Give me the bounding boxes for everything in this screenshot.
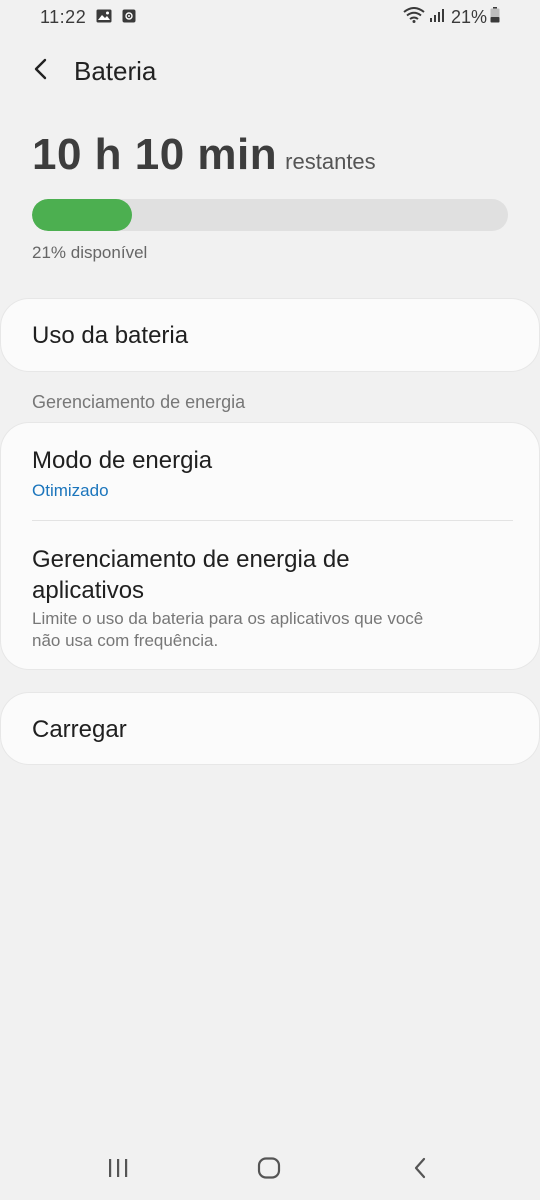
recents-button[interactable]: [98, 1154, 138, 1186]
power-mode-value: Otimizado: [32, 481, 109, 500]
battery-progress-fill: [32, 199, 132, 231]
home-icon: [257, 1156, 281, 1184]
power-mode-item[interactable]: Modo de energia Otimizado: [1, 423, 539, 520]
app-power-management-subtitle: Limite o uso da bateria para os aplicati…: [32, 609, 424, 650]
back-button[interactable]: [26, 56, 56, 86]
status-time: 11:22: [40, 7, 87, 27]
power-mode-title: Modo de energia: [32, 447, 213, 474]
time-remaining-value: 10 h 10 min: [32, 130, 278, 179]
app-power-management-item[interactable]: Gerenciamento de energia de aplicativos …: [1, 521, 539, 669]
page-title: Bateria: [74, 56, 157, 86]
power-management-card: Modo de energia Otimizado Gerenciamento …: [1, 423, 539, 669]
image-icon: [96, 7, 112, 28]
app-bar: Bateria: [0, 44, 540, 100]
battery-progress-bar: [32, 199, 508, 231]
battery-available-text: 21% disponível: [32, 243, 148, 262]
navigation-bar: [0, 1140, 540, 1200]
status-bar-left: 11:22: [40, 7, 136, 28]
charging-card[interactable]: Carregar: [1, 693, 539, 764]
battery-usage-label: Uso da bateria: [32, 322, 189, 349]
battery-icon: [490, 7, 500, 28]
chevron-left-icon: [33, 57, 49, 86]
charging-label: Carregar: [32, 716, 127, 743]
battery-usage-card[interactable]: Uso da bateria: [1, 299, 539, 371]
screen-record-icon: [122, 7, 136, 28]
app-power-management-title: Gerenciamento de energia de aplicativos: [32, 546, 350, 604]
wifi-icon: [403, 7, 425, 28]
recents-icon: [107, 1158, 129, 1183]
battery-percent-text: 21%: [450, 7, 487, 27]
status-bar: 11:22 21%: [0, 0, 540, 34]
signal-icon: [429, 7, 445, 28]
power-management-header: Gerenciamento de energia: [32, 392, 246, 412]
time-remaining: 10 h 10 min restantes: [32, 130, 376, 180]
home-button[interactable]: [249, 1154, 289, 1186]
nav-back-button[interactable]: [400, 1154, 440, 1186]
back-icon: [412, 1157, 428, 1184]
time-remaining-suffix: restantes: [285, 149, 376, 174]
status-bar-right: 21%: [403, 7, 500, 28]
